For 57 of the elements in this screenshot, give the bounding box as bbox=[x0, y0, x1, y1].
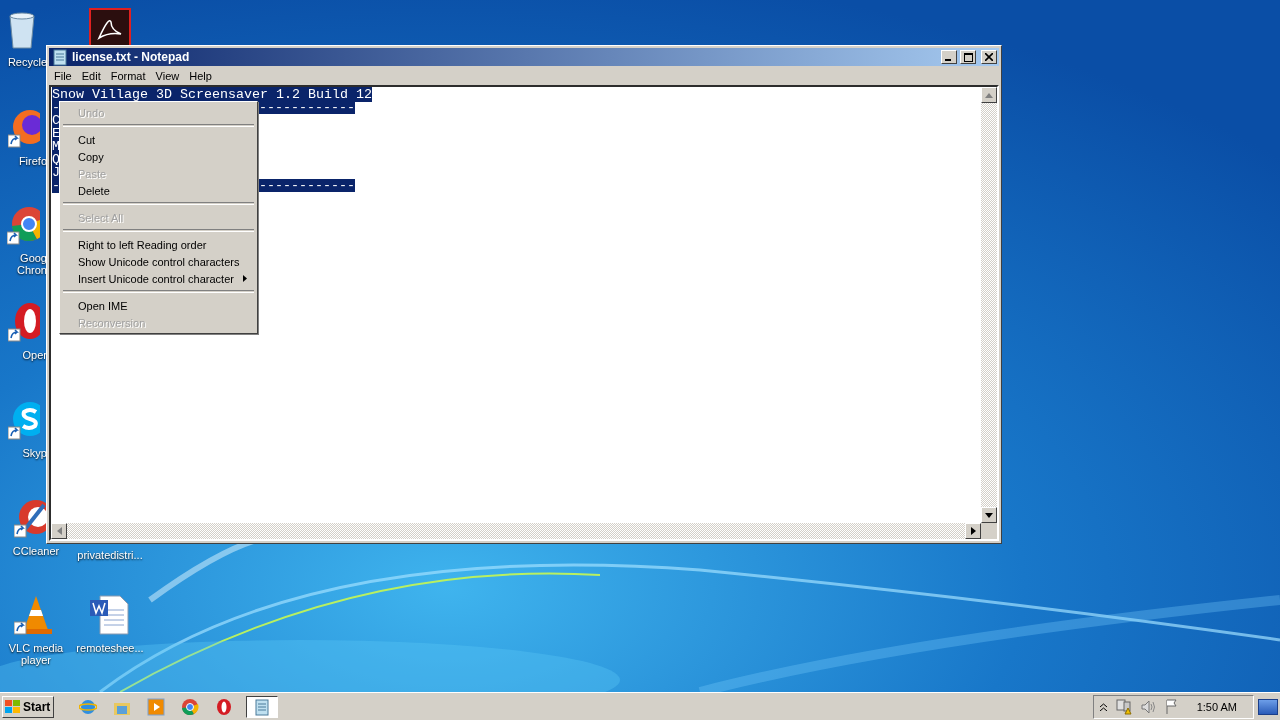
size-grip[interactable] bbox=[981, 523, 997, 539]
notepad-icon bbox=[253, 697, 271, 716]
firefox-icon bbox=[7, 107, 40, 149]
menu-item[interactable]: Edit bbox=[76, 69, 106, 82]
selected-text: ------------ bbox=[259, 179, 355, 192]
minimize-button[interactable] bbox=[941, 50, 957, 64]
menu-item[interactable]: Right to left Reading order bbox=[62, 236, 255, 253]
menu-item[interactable]: Cut bbox=[62, 131, 255, 148]
icon-label: Skyp bbox=[22, 447, 47, 459]
start-button[interactable]: Start bbox=[2, 695, 54, 718]
icon-label: VLC media player bbox=[8, 642, 64, 666]
maximize-button[interactable] bbox=[960, 50, 976, 64]
clock[interactable]: 1:50 AM bbox=[1196, 700, 1237, 713]
icon-label: Goog Chron bbox=[17, 252, 47, 276]
close-button[interactable] bbox=[981, 50, 997, 64]
submenu-arrow-icon bbox=[243, 275, 247, 282]
left-arrow-icon bbox=[56, 527, 62, 535]
maximize-icon bbox=[963, 52, 973, 62]
opera-icon bbox=[215, 697, 233, 716]
icon-label: Oper bbox=[22, 349, 47, 361]
menu-item[interactable]: Insert Unicode control character bbox=[62, 270, 255, 287]
right-arrow-icon bbox=[970, 527, 976, 535]
chrome-icon bbox=[181, 697, 199, 716]
icon-label: CCleaner bbox=[12, 545, 60, 557]
skype-icon bbox=[7, 399, 40, 441]
menu-item[interactable]: Help bbox=[184, 69, 217, 82]
menu-item[interactable]: View bbox=[150, 69, 185, 82]
down-arrow-icon bbox=[985, 512, 993, 518]
icon-label: Firefo bbox=[18, 155, 47, 167]
menu-item[interactable]: Show Unicode control characters bbox=[62, 253, 255, 270]
opera-icon bbox=[7, 301, 40, 343]
word-document-icon bbox=[88, 594, 132, 636]
chrome-icon bbox=[7, 204, 40, 246]
window-title: license.txt - Notepad bbox=[72, 50, 191, 64]
icon-label: remoteshee... bbox=[76, 642, 144, 654]
icon-label: Recycle bbox=[7, 56, 47, 68]
menu-item[interactable]: Copy bbox=[62, 148, 255, 165]
chevron-up-icon[interactable] bbox=[1099, 702, 1107, 711]
windows-logo-icon bbox=[5, 699, 21, 714]
menu-item[interactable]: Open IME bbox=[62, 297, 255, 314]
internet-explorer-icon bbox=[79, 697, 97, 716]
menu-item[interactable]: Delete bbox=[62, 182, 255, 199]
up-arrow-icon bbox=[985, 92, 993, 98]
menu-item[interactable]: File bbox=[49, 69, 77, 82]
icon-label: privatedistri... bbox=[77, 549, 143, 561]
speaker-icon[interactable] bbox=[1140, 699, 1157, 714]
network-warning-icon[interactable] bbox=[1114, 698, 1133, 715]
play-icon bbox=[147, 697, 165, 716]
taskbar-button[interactable] bbox=[246, 695, 278, 718]
menu-item[interactable]: Format bbox=[105, 69, 151, 82]
selected-text: ------------ bbox=[259, 101, 355, 114]
vertical-scrollbar[interactable] bbox=[981, 87, 997, 523]
close-icon bbox=[985, 53, 993, 61]
show-desktop-button[interactable] bbox=[1258, 698, 1278, 715]
horizontal-scrollbar[interactable] bbox=[51, 523, 981, 539]
flag-icon[interactable] bbox=[1164, 699, 1179, 714]
notepad-icon bbox=[51, 48, 69, 66]
